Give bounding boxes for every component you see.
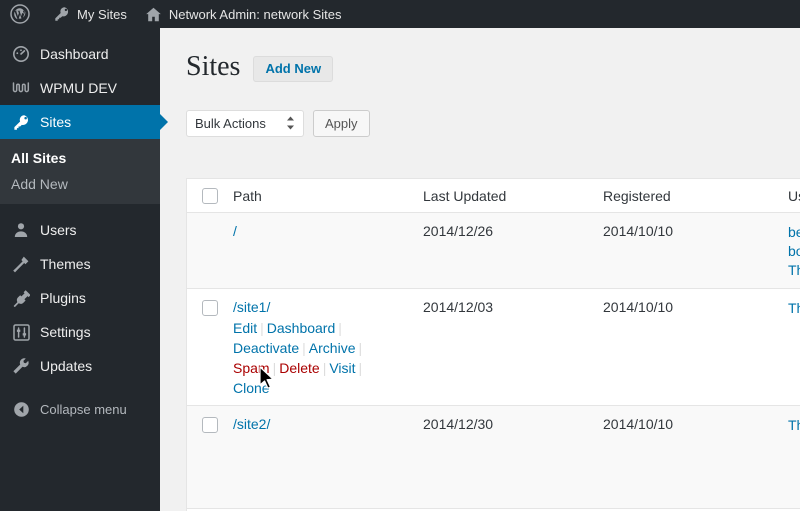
network-admin-label: Network Admin: network Sites	[168, 6, 342, 22]
site-path-link[interactable]: /site2/	[233, 416, 270, 432]
admin-sidebar: Dashboard WPMU DEV Sites All Sites Add N…	[0, 28, 168, 511]
sidebar-item-label: Dashboard	[40, 46, 109, 62]
wordpress-logo-icon	[10, 4, 30, 24]
row-action-deactivate[interactable]: Deactivate	[233, 340, 299, 356]
table-row: /site2/ 2014/12/30 2014/10/10 The	[187, 406, 800, 509]
row-action-spam[interactable]: Spam	[233, 360, 270, 376]
table-row: /site1/ Edit | Dashboard | Deactivate | Archi…	[187, 289, 800, 406]
row-checkbox-cell	[187, 213, 233, 288]
apply-button[interactable]: Apply	[313, 109, 370, 137]
bulk-actions-select[interactable]: Bulk Actions	[186, 109, 304, 137]
row-actions: Edit | Dashboard | Deactivate | Archive | Spam…	[233, 320, 363, 396]
wpmudev-icon	[11, 80, 31, 96]
sidebar-item-all-sites[interactable]: All Sites	[0, 145, 160, 171]
updates-icon	[11, 357, 31, 375]
registered-value: 2014/10/10	[603, 299, 674, 315]
page-header: Sites Add New	[160, 28, 800, 84]
table-header-row: Path Last Updated Registered Use	[187, 179, 800, 213]
select-all-cell	[187, 187, 233, 204]
sidebar-item-users[interactable]: Users	[0, 213, 160, 247]
last-updated-value: 2014/12/03	[423, 299, 494, 315]
user-link[interactable]: The	[788, 299, 800, 318]
row-action-clone[interactable]: Clone	[233, 380, 270, 396]
key-icon	[54, 6, 70, 22]
user-link[interactable]: The	[788, 416, 800, 435]
sidebar-item-label: Sites	[40, 114, 72, 130]
home-icon	[145, 6, 162, 23]
bulk-actions-value: Bulk Actions	[195, 115, 266, 131]
sidebar-item-plugins[interactable]: Plugins	[0, 281, 160, 315]
sidebar-item-label: Updates	[40, 358, 93, 374]
sidebar-submenu-sites: All Sites Add New	[0, 139, 160, 204]
table-nav-top: Bulk Actions Apply	[160, 84, 800, 137]
network-admin-menu[interactable]: Network Admin: network Sites	[136, 0, 351, 28]
themes-icon	[11, 255, 31, 273]
registered-value: 2014/10/10	[603, 416, 674, 432]
user-link[interactable]: The	[788, 261, 800, 280]
sidebar-item-label: WPMU DEV	[40, 80, 117, 96]
add-new-button[interactable]: Add New	[253, 56, 334, 83]
column-header-users[interactable]: Use	[788, 188, 800, 204]
column-header-registered[interactable]: Registered	[603, 188, 671, 204]
plugins-icon	[11, 289, 31, 307]
sidebar-item-add-new-site[interactable]: Add New	[0, 171, 160, 197]
last-updated-value: 2014/12/30	[423, 416, 494, 432]
sidebar-item-label: Plugins	[40, 290, 86, 306]
select-stepper-arrows-icon	[286, 116, 295, 131]
dashboard-icon	[11, 45, 31, 63]
row-checkbox[interactable]	[202, 300, 218, 316]
sidebar-item-updates[interactable]: Updates	[0, 349, 160, 383]
site-path-link[interactable]: /site1/	[233, 299, 270, 315]
collapse-menu-label: Collapse menu	[40, 401, 127, 417]
last-updated-value: 2014/12/26	[423, 223, 494, 239]
sites-table: Path Last Updated Registered Use / 2014/…	[186, 178, 800, 511]
collapse-arrow-icon	[11, 401, 31, 418]
user-link[interactable]: bob	[788, 242, 800, 261]
page-title: Sites	[186, 51, 241, 82]
sidebar-item-label: Themes	[40, 256, 91, 272]
sidebar-item-wpmu-dev[interactable]: WPMU DEV	[0, 71, 160, 105]
row-checkbox-cell	[187, 406, 233, 508]
row-action-visit[interactable]: Visit	[329, 360, 355, 376]
sidebar-item-sites[interactable]: Sites	[0, 105, 168, 139]
row-action-archive[interactable]: Archive	[309, 340, 356, 356]
registered-value: 2014/10/10	[603, 223, 674, 239]
admin-bar: My Sites Network Admin: network Sites	[0, 0, 800, 28]
select-all-checkbox[interactable]	[202, 187, 218, 204]
row-action-edit[interactable]: Edit	[233, 320, 257, 336]
sidebar-item-themes[interactable]: Themes	[0, 247, 160, 281]
my-sites-menu[interactable]: My Sites	[45, 0, 136, 28]
table-row: / 2014/12/26 2014/10/10 ben bob The	[187, 213, 800, 289]
sidebar-item-settings[interactable]: Settings	[0, 315, 160, 349]
main-content: Sites Add New Bulk Actions Apply Path La…	[160, 28, 800, 511]
row-action-dashboard[interactable]: Dashboard	[267, 320, 336, 336]
row-action-delete[interactable]: Delete	[279, 360, 319, 376]
row-checkbox[interactable]	[202, 417, 218, 433]
sidebar-item-label: Settings	[40, 324, 91, 340]
row-checkbox-cell	[187, 289, 233, 405]
user-link[interactable]: ben	[788, 223, 800, 242]
my-sites-label: My Sites	[77, 6, 127, 22]
wordpress-logo-button[interactable]	[0, 0, 45, 28]
settings-icon	[11, 323, 31, 341]
users-icon	[11, 221, 31, 239]
column-header-path[interactable]: Path	[233, 188, 262, 204]
column-header-last-updated[interactable]: Last Updated	[423, 188, 506, 204]
sidebar-item-dashboard[interactable]: Dashboard	[0, 37, 160, 71]
collapse-menu-button[interactable]: Collapse menu	[0, 392, 160, 426]
site-path-link[interactable]: /	[233, 223, 237, 239]
key-icon	[11, 114, 31, 131]
sidebar-item-label: Users	[40, 222, 77, 238]
